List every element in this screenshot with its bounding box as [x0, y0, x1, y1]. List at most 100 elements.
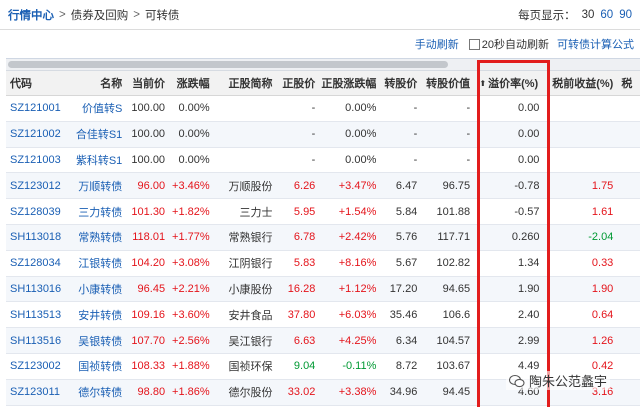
cell-code[interactable]: SH113513	[6, 302, 69, 327]
cell-code[interactable]: SH113516	[6, 328, 69, 353]
cell-name[interactable]: 安井转债	[69, 302, 126, 327]
cell-conv-value: 94.65	[442, 282, 471, 295]
table-row[interactable]: SH113016 小康转债 96.45 +2.21% 小康股份 16.28 +1.12% 17…	[6, 276, 640, 303]
cell-code[interactable]: SZ121001	[6, 96, 69, 121]
cell-stock-price: -	[311, 153, 316, 166]
cell-code[interactable]: SZ128034	[6, 251, 69, 276]
cell-change: +1.88%	[172, 360, 210, 373]
cell-name[interactable]: 常熟转债	[69, 225, 126, 250]
cell-premium: 0.260	[511, 231, 540, 244]
cell-change: 0.00%	[178, 128, 210, 141]
cell-code[interactable]: SZ121003	[6, 148, 69, 173]
cell-tax	[617, 380, 640, 405]
cell-stock-name[interactable]	[214, 96, 277, 121]
formula-link[interactable]: 可转债计算公式	[557, 36, 634, 52]
col-header-premium[interactable]: ⬆ 溢价率(%)	[474, 71, 543, 95]
breadcrumb-separator: >	[59, 8, 66, 21]
cell-price: 96.00	[137, 179, 166, 192]
cell-name[interactable]: 三力转债	[69, 199, 126, 224]
col-header-stock-price[interactable]: 正股价	[277, 71, 320, 95]
cell-conv-value: 96.75	[442, 179, 471, 192]
cell-stock-change: +1.12%	[338, 282, 377, 295]
cell-name[interactable]: 万顺转债	[69, 173, 126, 198]
cell-stock-name[interactable]: 江阴银行	[214, 251, 277, 276]
cell-name[interactable]: 价值转S	[69, 96, 126, 121]
cell-name[interactable]: 合佳转S1	[69, 122, 126, 147]
auto-refresh-checkbox[interactable]	[468, 38, 480, 50]
col-header-stock-change[interactable]: 正股涨跌幅	[319, 71, 380, 95]
cell-stock-name[interactable]: 小康股份	[214, 277, 277, 302]
table-row[interactable]: SZ121002 合佳转S1 100.00 0.00% - 0.00% - - 0.00	[6, 121, 640, 148]
manual-refresh-link[interactable]: 手动刷新	[415, 36, 459, 52]
table-row[interactable]: SH113513 安井转债 109.16 +3.60% 安井食品 37.80 +6.03% 3…	[6, 302, 640, 329]
cell-stock-price: -	[311, 128, 316, 141]
cell-code[interactable]: SH113018	[6, 225, 69, 250]
cell-code[interactable]: SZ123012	[6, 173, 69, 198]
cell-name[interactable]: 江银转债	[69, 251, 126, 276]
col-header-change[interactable]: 涨跌幅	[169, 71, 214, 95]
breadcrumb-convertible: 可转债	[144, 9, 180, 22]
col-header-code[interactable]: 代码	[6, 71, 69, 95]
cell-stock-change: 0.00%	[345, 128, 377, 141]
col-header-tax[interactable]: 税	[617, 71, 640, 95]
table-row[interactable]: SZ123012 万顺转债 96.00 +3.46% 万顺股份 6.26 +3.47% 6.4…	[6, 173, 640, 200]
page-size-90[interactable]: 90	[619, 9, 632, 21]
table-row[interactable]: SZ121001 价值转S 100.00 0.00% - 0.00% - - 0.00	[6, 96, 640, 122]
cell-name[interactable]: 国祯转债	[69, 354, 126, 379]
cell-stock-name[interactable]: 常熟银行	[214, 225, 277, 250]
col-header-conv-value[interactable]: 转股价值	[421, 71, 474, 95]
cell-conv-price: 17.20	[389, 282, 418, 295]
col-header-yield[interactable]: 税前收益(%)	[543, 71, 617, 95]
table-row[interactable]: SZ121003 紫科转S1 100.00 0.00% - 0.00% - - 0.00	[6, 148, 640, 174]
table-row[interactable]: SH113516 吴银转债 107.70 +2.56% 吴江银行 6.63 +4.25% 6.…	[6, 328, 640, 354]
auto-refresh-toggle[interactable]: 20秒自动刷新	[468, 36, 549, 52]
cell-stock-name[interactable]: 万顺股份	[214, 173, 277, 198]
table-row[interactable]: SZ128034 江银转债 104.20 +3.08% 江阴银行 5.83 +8.16% 5.…	[6, 251, 640, 277]
cell-stock-name[interactable]	[214, 148, 277, 173]
cell-premium: -0.78	[514, 179, 540, 192]
table-row[interactable]: SZ128039 三力转债 101.30 +1.82% 三力士 5.95 +1.54% 5.8…	[6, 199, 640, 225]
col-header-conv-price[interactable]: 转股价	[380, 71, 421, 95]
bond-table: 代码 名称 当前价 涨跌幅 正股简称 正股价 正股涨跌幅 转股价 转股价值 ⬆ …	[6, 58, 640, 407]
page-size-60[interactable]: 60	[600, 9, 613, 21]
breadcrumb-bonds[interactable]: 债券及回购	[71, 7, 129, 23]
cell-price: 118.01	[132, 231, 166, 244]
cell-code[interactable]: SH113016	[6, 277, 69, 302]
cell-name[interactable]: 德尔转债	[69, 380, 126, 405]
cell-stock-name[interactable]: 吴江银行	[214, 328, 277, 353]
page-size-30[interactable]: 30	[582, 9, 595, 21]
cell-conv-price: 5.84	[395, 205, 418, 218]
horizontal-scrollbar[interactable]	[6, 59, 640, 71]
col-header-price[interactable]: 当前价	[126, 71, 169, 95]
cell-price: 109.16	[131, 308, 166, 321]
cell-stock-change: +3.38%	[338, 386, 377, 399]
cell-name[interactable]: 吴银转债	[69, 328, 126, 353]
breadcrumb-home[interactable]: 行情中心	[8, 7, 54, 23]
cell-code[interactable]: SZ121002	[6, 122, 69, 147]
auto-refresh-label: 20秒自动刷新	[481, 39, 549, 51]
table-row[interactable]: SH113018 常熟转债 118.01 +1.77% 常熟银行 6.78 +2.42% 5.…	[6, 224, 640, 251]
cell-code[interactable]: SZ128039	[6, 199, 69, 224]
cell-conv-value: 101.88	[436, 205, 471, 218]
cell-stock-change: +8.16%	[338, 257, 377, 270]
cell-name[interactable]: 紫科转S1	[69, 148, 126, 173]
cell-stock-name[interactable]	[214, 122, 277, 147]
cell-conv-value: 106.6	[442, 308, 471, 321]
cell-stock-change: +1.54%	[338, 205, 377, 218]
cell-stock-name[interactable]: 三力士	[214, 199, 277, 224]
cell-code[interactable]: SZ123011	[6, 380, 69, 405]
cell-premium: 1.34	[518, 257, 540, 270]
col-header-name[interactable]: 名称	[69, 71, 126, 95]
scrollbar-thumb[interactable]	[8, 61, 448, 68]
cell-code[interactable]: SZ123002	[6, 354, 69, 379]
col-header-premium-label: 溢价率(%)	[488, 78, 539, 90]
col-header-stock-name[interactable]: 正股简称	[214, 71, 277, 95]
cell-stock-name[interactable]: 安井食品	[214, 302, 277, 327]
cell-name[interactable]: 小康转债	[69, 277, 126, 302]
cell-stock-name[interactable]: 国祯环保	[214, 354, 277, 379]
cell-change: 0.00%	[178, 153, 210, 166]
cell-conv-price: 5.67	[395, 257, 418, 270]
table-body: SZ121001 价值转S 100.00 0.00% -0.00% - -0.00 SZ121…	[6, 96, 640, 406]
cell-stock-name[interactable]: 德尔股份	[214, 380, 277, 405]
cell-price: 100.00	[131, 102, 166, 115]
